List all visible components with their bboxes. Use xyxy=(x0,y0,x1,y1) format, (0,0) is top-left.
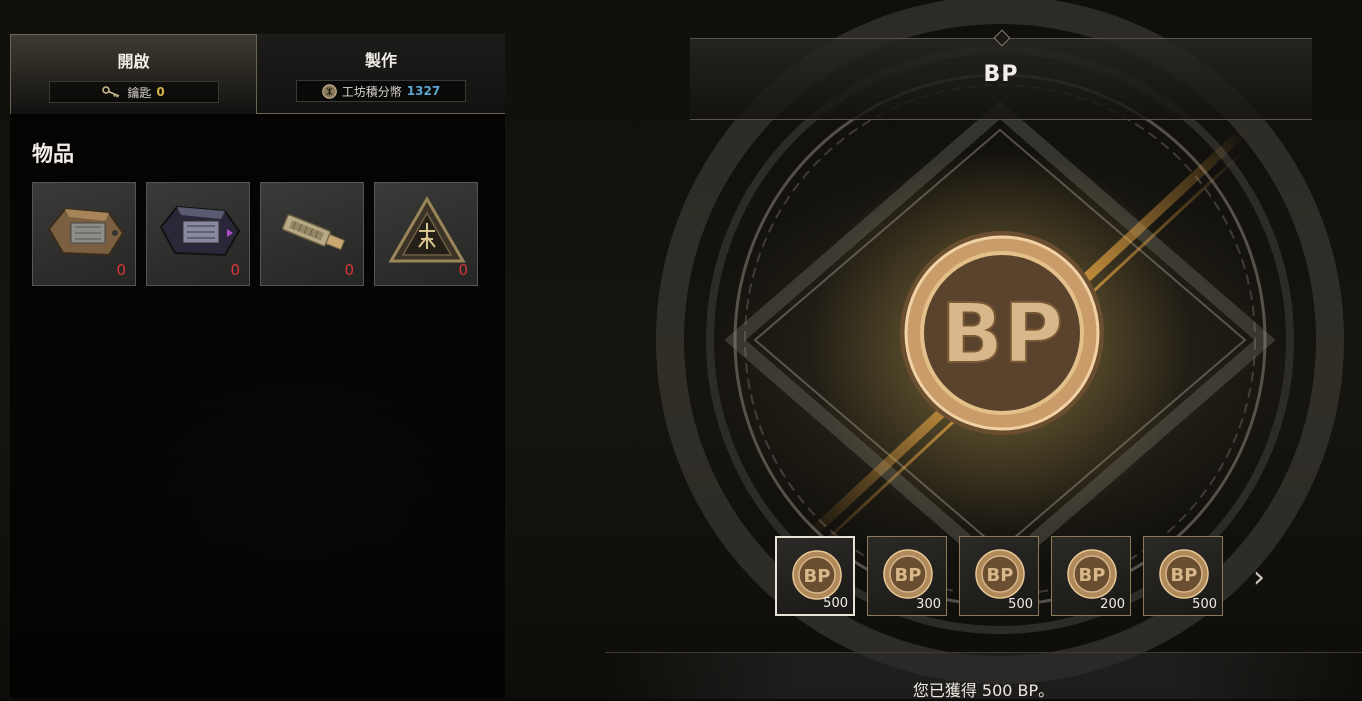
bp-coin-icon: BP xyxy=(1067,549,1117,599)
reward-list: BP 500 BP 300 BP 500 BP 200 BP 500 xyxy=(775,536,1223,616)
workshop-coin-label: 工坊積分幣 xyxy=(341,84,402,99)
tab-bar: 開啟 鑰匙 0 製作 工坊積分幣 1327 xyxy=(10,34,505,114)
item-slot-dark-crate[interactable]: 0 xyxy=(146,182,250,286)
workshop-coin-counter: 工坊積分幣 1327 xyxy=(296,80,466,102)
item-slot-brass-key[interactable]: 0 xyxy=(260,182,364,286)
tab-open-title: 開啟 xyxy=(117,52,150,71)
item-slot-emblem-crate[interactable]: 0 xyxy=(374,182,478,286)
reward-amount: 500 xyxy=(1008,597,1033,612)
tab-craft[interactable]: 製作 工坊積分幣 1327 xyxy=(257,34,505,114)
reward-amount: 200 xyxy=(1100,597,1125,612)
next-page-arrow-icon[interactable]: › xyxy=(1253,560,1265,595)
item-count: 0 xyxy=(458,261,468,279)
reward-slot[interactable]: BP 500 xyxy=(1143,536,1223,616)
key-icon xyxy=(102,86,122,98)
items-grid: 0 0 0 0 xyxy=(32,182,478,286)
tab-craft-title: 製作 xyxy=(364,51,397,70)
bp-coin-icon: BP xyxy=(792,550,842,600)
workshop-coin-icon xyxy=(321,83,337,99)
reward-coin-label: BP xyxy=(1079,565,1106,586)
bp-coin-icon: BP xyxy=(900,231,1104,435)
featured-bp-label: BP xyxy=(941,287,1064,382)
reward-slot[interactable]: BP 300 xyxy=(867,536,947,616)
reward-coin-label: BP xyxy=(895,565,922,586)
key-counter: 鑰匙 0 xyxy=(48,81,219,103)
crate-panel: 開啟 鑰匙 0 製作 工坊積分幣 1327 物品 0 0 0 0 xyxy=(10,34,505,698)
reward-panel: BP BP BP 500 BP 300 BP 500 BP 200 BP 500… xyxy=(505,0,1362,700)
reward-coin-label: BP xyxy=(804,566,831,587)
bp-coin-icon: BP xyxy=(1159,549,1209,599)
item-count: 0 xyxy=(230,261,240,279)
bp-coin-icon: BP xyxy=(883,549,933,599)
reward-coin-label: BP xyxy=(1171,565,1198,586)
reward-slot[interactable]: BP 500 xyxy=(959,536,1039,616)
items-heading: 物品 xyxy=(32,142,74,166)
reward-amount: 500 xyxy=(823,596,848,611)
item-slot-bronze-crate[interactable]: 0 xyxy=(32,182,136,286)
reward-amount: 300 xyxy=(916,597,941,612)
reward-slot[interactable]: BP 200 xyxy=(1051,536,1131,616)
reward-slot[interactable]: BP 500 xyxy=(775,536,855,616)
workshop-coin-count: 1327 xyxy=(406,84,441,98)
reward-title: BP xyxy=(983,62,1019,87)
bp-coin-icon: BP xyxy=(975,549,1025,599)
item-count: 0 xyxy=(344,261,354,279)
key-label: 鑰匙 xyxy=(127,85,152,100)
tab-open[interactable]: 開啟 鑰匙 0 xyxy=(10,34,257,114)
reward-coin-label: BP xyxy=(987,565,1014,586)
key-count: 0 xyxy=(156,85,165,99)
item-count: 0 xyxy=(116,261,126,279)
reward-amount: 500 xyxy=(1192,597,1217,612)
reward-message: 您已獲得 500 BP。 xyxy=(912,681,1055,700)
